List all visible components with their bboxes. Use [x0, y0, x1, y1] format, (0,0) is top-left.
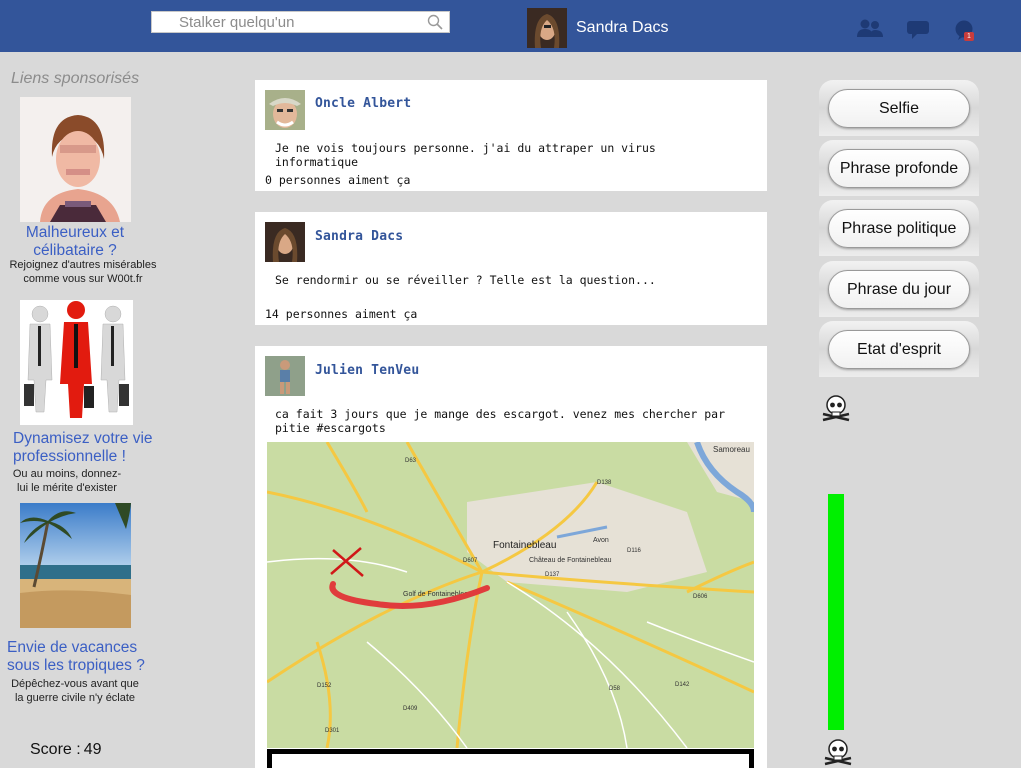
map-road-label: D607	[463, 558, 478, 564]
score-label: Score :	[30, 741, 81, 758]
map-place-label: Samoreau	[713, 445, 750, 454]
post-likes[interactable]: 14 personnes aiment ça	[265, 307, 417, 321]
author-avatar[interactable]	[265, 222, 305, 262]
score: Score :49	[30, 741, 101, 759]
search-icon[interactable]	[427, 14, 443, 30]
ad-image-woman[interactable]	[20, 97, 131, 222]
notification-badge: 1	[964, 32, 974, 41]
action-slot: Selfie	[819, 80, 979, 136]
action-slot: Phrase politique	[819, 200, 979, 256]
map-road-label: D58	[609, 686, 621, 692]
post-author[interactable]: Oncle Albert	[315, 96, 411, 111]
gauge-fill	[828, 494, 844, 730]
phrase-of-day-button[interactable]: Phrase du jour	[828, 270, 970, 309]
author-avatar[interactable]	[265, 90, 305, 130]
political-phrase-button[interactable]: Phrase politique	[828, 209, 970, 248]
author-avatar[interactable]	[265, 356, 305, 396]
post-author[interactable]: Sandra Dacs	[315, 229, 403, 244]
state-of-mind-button[interactable]: Etat d'esprit	[828, 330, 970, 369]
user-avatar	[527, 8, 567, 48]
action-slot: Phrase profonde	[819, 140, 979, 196]
post-text: ca fait 3 jours que je mange des escargo…	[275, 407, 726, 435]
ad-image-beach[interactable]	[20, 503, 131, 628]
map-road-label: D137	[545, 572, 560, 578]
map-road-label: D63	[405, 458, 417, 464]
ad-subtitle-2: Ou au moins, donnez-lui le mérite d'exis…	[12, 468, 122, 494]
score-value: 49	[83, 741, 102, 758]
post: Sandra Dacs Se rendormir ou se réveiller…	[255, 212, 767, 325]
post: Oncle Albert Je ne vois toujours personn…	[255, 80, 767, 191]
sponsored-title: Liens sponsorisés	[11, 70, 140, 87]
post-comment-box[interactable]	[267, 749, 754, 768]
selfie-button[interactable]: Selfie	[828, 89, 970, 128]
post-author[interactable]: Julien TenVeu	[315, 363, 419, 378]
current-user[interactable]: Sandra Dacs	[527, 8, 669, 48]
post: Julien TenVeu ca fait 3 jours que je man…	[255, 346, 767, 768]
ad-image-business[interactable]	[20, 300, 133, 425]
map-place-label: Avon	[593, 537, 609, 544]
map-road-label: D116	[627, 548, 642, 554]
ad-subtitle-1: Rejoignez d'autres misérables comme vous…	[9, 259, 157, 285]
map-town-label: Fontainebleau	[493, 540, 556, 551]
post-likes[interactable]: 0 personnes aiment ça	[265, 173, 410, 187]
skull-icon	[824, 739, 852, 766]
gauge	[828, 420, 844, 730]
messages-icon[interactable]	[907, 21, 929, 39]
skull-icon	[822, 395, 850, 422]
ad-title-2[interactable]: Dynamisez votre vie professionnelle !	[8, 430, 156, 466]
action-slot: Etat d'esprit	[819, 321, 979, 377]
post-text: Je ne vois toujours personne. j'ai du at…	[275, 141, 656, 169]
deep-phrase-button[interactable]: Phrase profonde	[828, 149, 970, 188]
map-road-label: D409	[403, 706, 418, 712]
map-chateau-label: Château de Fontainebleau	[529, 557, 612, 564]
friends-icon[interactable]	[856, 18, 884, 38]
search-input[interactable]	[152, 12, 412, 32]
map-image[interactable]: Fontainebleau Château de Fontainebleau G…	[267, 442, 754, 748]
ad-title-1[interactable]: Malheureux et célibataire ?	[14, 224, 136, 260]
map-road-label: D606	[693, 594, 708, 600]
search-box[interactable]	[151, 11, 450, 33]
ad-subtitle-3: Dépêchez-vous avant que la guerre civile…	[11, 678, 139, 704]
action-slot: Phrase du jour	[819, 261, 979, 317]
ad-title-3[interactable]: Envie de vacances sous les tropiques ?	[0, 639, 160, 675]
map-road-label: D301	[325, 728, 340, 734]
map-road-label: D152	[317, 683, 332, 689]
map-road-label: D138	[597, 480, 612, 486]
user-name: Sandra Dacs	[576, 19, 669, 36]
map-road-label: D142	[675, 682, 690, 688]
map-svg: Fontainebleau Château de Fontainebleau G…	[267, 442, 754, 748]
post-text: Se rendormir ou se réveiller ? Telle est…	[275, 273, 656, 287]
